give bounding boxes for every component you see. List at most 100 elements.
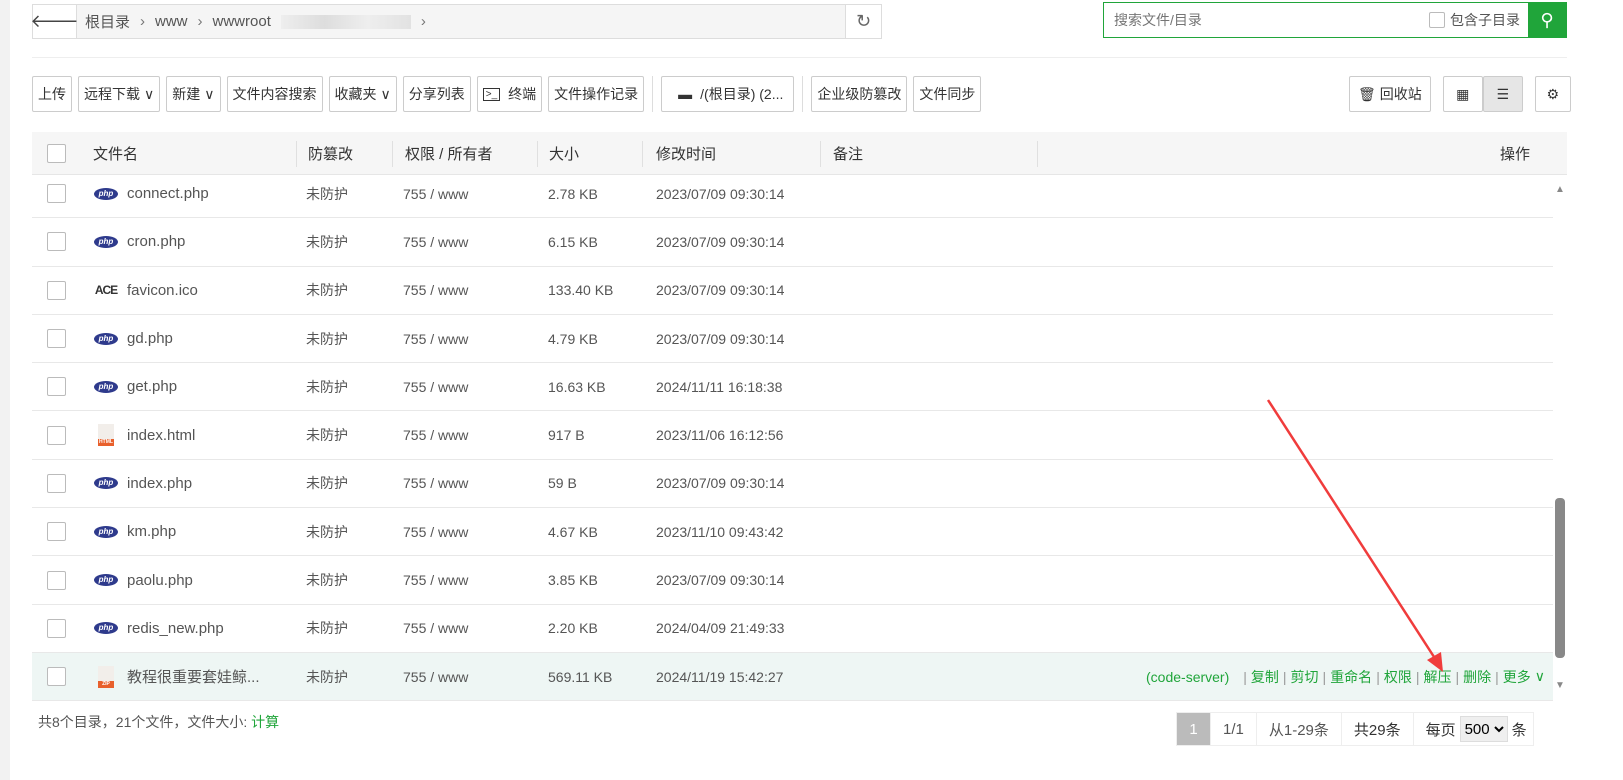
file-permission[interactable]: 755 / www — [403, 315, 468, 362]
file-mtime: 2023/07/09 09:30:14 — [656, 233, 785, 250]
op-3[interactable]: 重命名 — [1330, 667, 1372, 687]
file-name[interactable]: km.php — [127, 508, 176, 555]
file-permission[interactable]: 755 / www — [403, 508, 468, 555]
toolbar-button-8[interactable]: ▬ /(根目录) (2... — [661, 76, 795, 112]
op-6[interactable]: 删除 — [1463, 667, 1491, 687]
back-arrow-icon[interactable]: 🡐 — [30, 5, 79, 38]
table-row[interactable]: php connect.php 未防护 755 / www 2.78 KB 20… — [32, 170, 1553, 219]
op-0[interactable]: (code-server) — [1146, 669, 1229, 685]
file-name[interactable]: paolu.php — [127, 556, 193, 603]
toolbar-button-4[interactable]: 收藏夹 ∨ — [328, 76, 397, 112]
file-tamper[interactable]: 未防护 — [306, 267, 348, 314]
crumb-www[interactable]: www — [155, 13, 188, 30]
file-permission[interactable]: 755 / www — [403, 170, 468, 217]
scrollbar-thumb[interactable] — [1555, 498, 1565, 658]
row-checkbox[interactable] — [47, 232, 66, 252]
op-7[interactable]: 更多 — [1503, 667, 1531, 687]
toolbar-button-6[interactable]: >_ 终端 — [476, 76, 543, 112]
row-checkbox[interactable] — [47, 280, 66, 300]
file-tamper[interactable]: 未防护 — [306, 315, 348, 362]
refresh-icon[interactable]: ↻ — [845, 5, 881, 38]
row-checkbox[interactable] — [47, 618, 66, 638]
file-tamper[interactable]: 未防护 — [306, 363, 348, 410]
file-tamper[interactable]: 未防护 — [306, 556, 348, 603]
row-checkbox[interactable] — [47, 377, 66, 397]
file-name[interactable]: index.html — [127, 411, 195, 458]
row-checkbox[interactable] — [47, 570, 66, 590]
list-view-button[interactable]: ☰ — [1482, 76, 1523, 112]
table-row[interactable]: ZIP 教程很重要套娃鲸... 未防护 755 / www 569.11 KB … — [32, 652, 1553, 702]
file-tamper[interactable]: 未防护 — [306, 460, 348, 507]
scrollbar[interactable]: ▲ ▼ — [1553, 180, 1567, 700]
table-row[interactable]: php redis_new.php 未防护 755 / www 2.20 KB … — [32, 605, 1553, 653]
recycle-bin-button[interactable]: 🗑 回收站 — [1349, 76, 1431, 112]
file-permission[interactable]: 755 / www — [403, 267, 468, 314]
search-input[interactable] — [1104, 3, 1429, 37]
file-permission[interactable]: 755 / www — [403, 605, 468, 652]
crumb-wwwroot[interactable]: wwwroot — [213, 13, 271, 30]
file-tamper[interactable]: 未防护 — [306, 411, 348, 458]
toolbar-button-7[interactable]: 文件操作记录 — [548, 76, 645, 112]
file-tamper[interactable]: 未防护 — [306, 170, 348, 217]
crumb-root[interactable]: 根目录 — [85, 11, 130, 32]
toolbar-button-3[interactable]: 文件内容搜索 — [226, 76, 323, 112]
table-row[interactable]: php get.php 未防护 755 / www 16.63 KB 2024/… — [32, 363, 1553, 412]
table-row[interactable]: php paolu.php 未防护 755 / www 3.85 KB 2023… — [32, 556, 1553, 605]
search-button[interactable]: ⚲ — [1528, 3, 1566, 37]
op-4[interactable]: 权限 — [1384, 667, 1412, 687]
per-page-select[interactable]: 500 — [1459, 716, 1508, 742]
table-row[interactable]: php gd.php 未防护 755 / www 4.79 KB 2023/07… — [32, 315, 1553, 364]
op-5[interactable]: 解压 — [1423, 667, 1451, 687]
op-2[interactable]: 剪切 — [1291, 667, 1319, 687]
file-tamper[interactable]: 未防护 — [306, 508, 348, 555]
row-checkbox[interactable] — [47, 184, 66, 204]
table-row[interactable]: php km.php 未防护 755 / www 4.67 KB 2023/11… — [32, 508, 1553, 557]
file-name[interactable]: favicon.ico — [127, 267, 198, 314]
page-current[interactable]: 1 — [1177, 713, 1211, 745]
row-checkbox[interactable] — [47, 329, 66, 349]
file-permission[interactable]: 755 / www — [403, 218, 468, 265]
file-name[interactable]: 教程很重要套娃鲸... — [127, 653, 260, 700]
toolbar-button-9[interactable]: 企业级防篡改 — [811, 76, 908, 112]
file-tamper[interactable]: 未防护 — [306, 653, 348, 700]
toolbar-button-2[interactable]: 新建 ∨ — [166, 76, 221, 112]
toolbar-button-5[interactable]: 分享列表 — [402, 76, 471, 112]
settings-button[interactable]: ⚙ — [1534, 76, 1571, 112]
toolbar-button-0[interactable]: 上传 — [32, 76, 72, 112]
select-all-checkbox[interactable] — [47, 143, 66, 163]
file-permission[interactable]: 755 / www — [403, 653, 468, 700]
header-mtime[interactable]: 修改时间 — [656, 132, 716, 174]
file-tamper[interactable]: 未防护 — [306, 605, 348, 652]
table-row[interactable]: HTML index.html 未防护 755 / www 917 B 2023… — [32, 411, 1553, 460]
row-checkbox[interactable] — [47, 425, 66, 445]
header-name[interactable]: 文件名 — [93, 132, 138, 174]
file-name[interactable]: get.php — [127, 363, 177, 410]
file-permission[interactable]: 755 / www — [403, 411, 468, 458]
file-name[interactable]: redis_new.php — [127, 605, 224, 652]
header-size[interactable]: 大小 — [549, 132, 579, 174]
file-permission[interactable]: 755 / www — [403, 556, 468, 603]
file-permission[interactable]: 755 / www — [403, 460, 468, 507]
row-checkbox[interactable] — [47, 522, 66, 542]
file-name[interactable]: cron.php — [127, 218, 185, 265]
file-name[interactable]: connect.php — [127, 170, 209, 217]
file-size: 917 B — [548, 427, 585, 444]
toolbar-button-10[interactable]: 文件同步 — [913, 76, 982, 112]
table-row[interactable]: ACE favicon.ico 未防护 755 / www 133.40 KB … — [32, 267, 1553, 315]
table-row[interactable]: php cron.php 未防护 755 / www 6.15 KB 2023/… — [32, 218, 1553, 267]
include-subdir-checkbox[interactable]: 包含子目录 — [1429, 10, 1520, 30]
file-tamper[interactable]: 未防护 — [306, 218, 348, 265]
row-checkbox[interactable] — [47, 473, 66, 493]
header-permission: 权限 / 所有者 — [405, 145, 493, 163]
left-edge — [0, 0, 10, 780]
toolbar-label: 文件内容搜索 — [232, 86, 317, 102]
toolbar-button-1[interactable]: 远程下载 ∨ — [78, 76, 161, 112]
table-row[interactable]: php index.php 未防护 755 / www 59 B 2023/07… — [32, 460, 1553, 509]
file-permission[interactable]: 755 / www — [403, 363, 468, 410]
op-1[interactable]: 复制 — [1251, 667, 1279, 687]
file-name[interactable]: index.php — [127, 460, 192, 507]
row-checkbox[interactable] — [47, 667, 66, 687]
calculate-link[interactable]: 计算 — [251, 714, 279, 730]
grid-view-button[interactable]: ▦ — [1442, 76, 1483, 112]
file-name[interactable]: gd.php — [127, 315, 173, 362]
